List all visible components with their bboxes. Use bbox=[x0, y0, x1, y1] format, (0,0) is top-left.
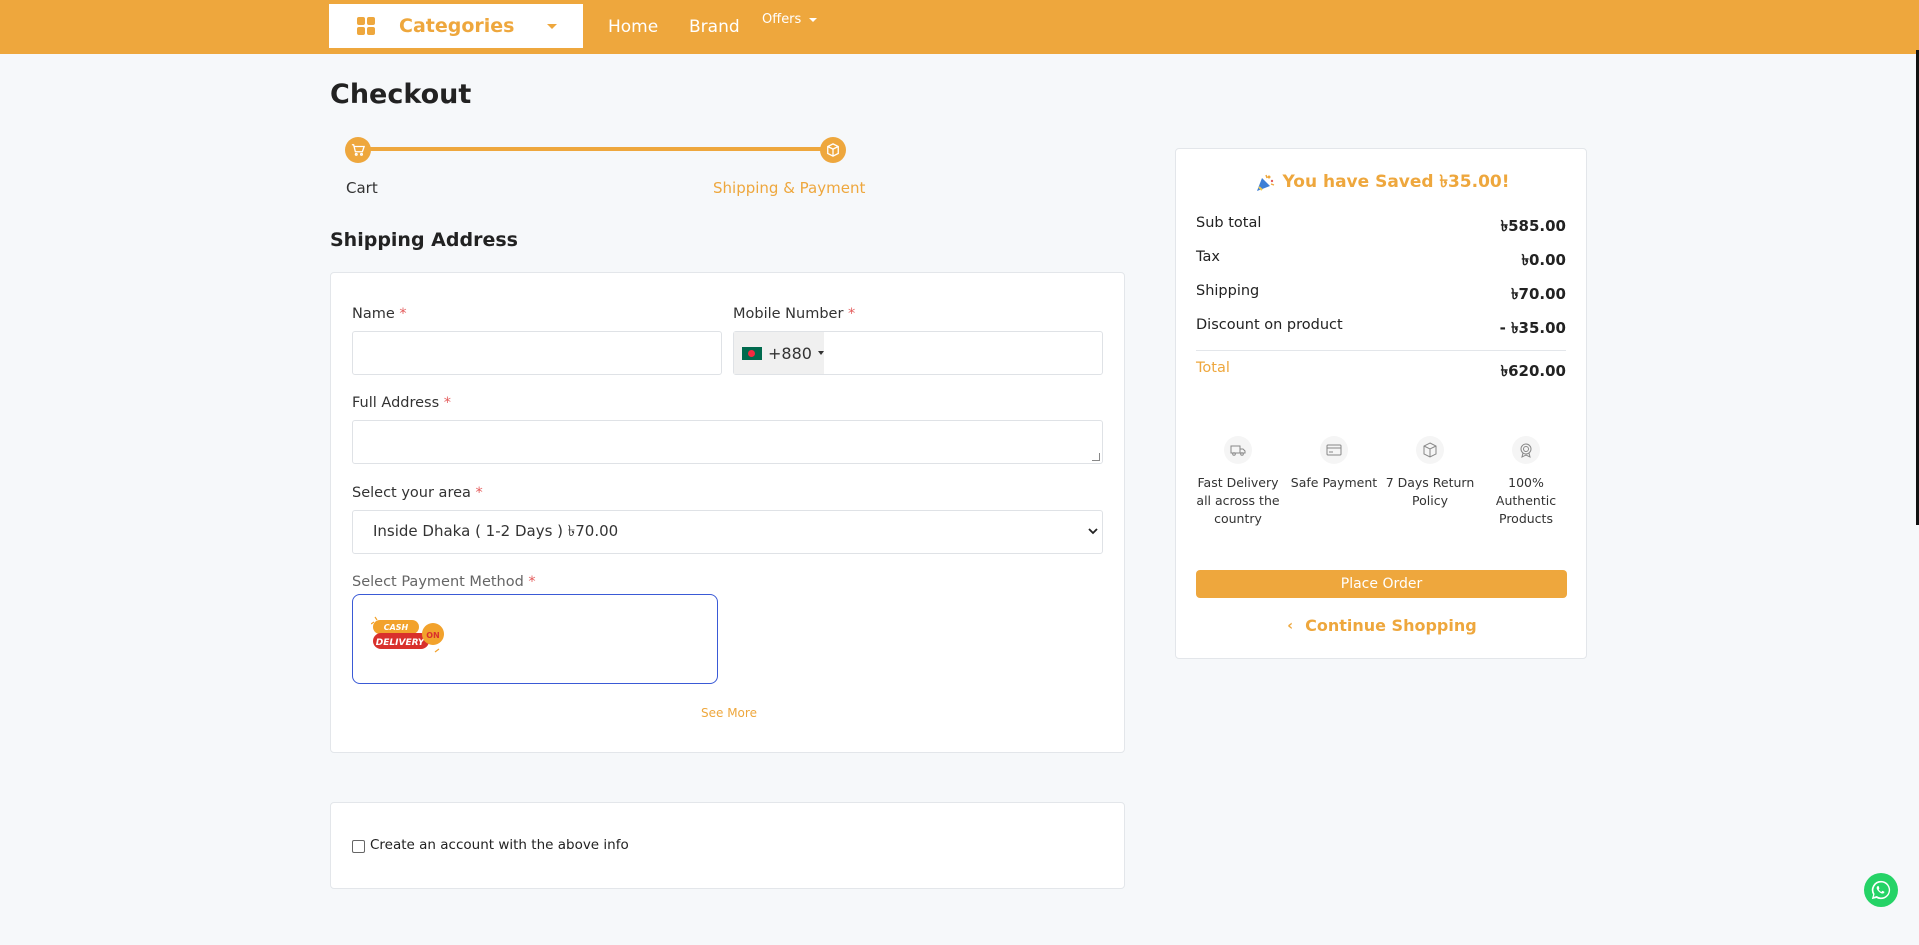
savings-banner: You have Saved ৳35.00! bbox=[1176, 169, 1588, 197]
return-box-icon bbox=[1416, 436, 1444, 464]
area-label: Select your area * bbox=[352, 485, 483, 501]
address-label: Full Address * bbox=[352, 395, 452, 411]
payment-option-cod[interactable]: CASH DELIVERY ON bbox=[352, 594, 718, 684]
badge-icon bbox=[1512, 436, 1540, 464]
nav-offers-label: Offers bbox=[762, 12, 802, 27]
svg-text:CASH: CASH bbox=[384, 623, 409, 632]
party-popper-icon bbox=[1256, 174, 1274, 191]
summary-row-total: Total ৳620.00 bbox=[1196, 360, 1566, 380]
cash-on-delivery-logo: CASH DELIVERY ON bbox=[371, 616, 444, 653]
summary-row-subtotal: Sub total ৳585.00 bbox=[1196, 215, 1566, 235]
mobile-input[interactable]: +880 bbox=[733, 331, 1103, 375]
whatsapp-icon bbox=[1871, 880, 1891, 900]
savings-text: You have Saved ৳35.00! bbox=[1282, 172, 1510, 192]
country-code-selector[interactable]: +880 bbox=[734, 332, 824, 374]
area-selected-value: Inside Dhaka ( 1-2 Days ) ৳70.00 bbox=[373, 521, 619, 540]
mobile-label: Mobile Number * bbox=[733, 306, 856, 322]
order-summary-card: You have Saved ৳35.00! Sub total ৳585.00 … bbox=[1175, 148, 1587, 659]
feature-safe-payment: Safe Payment bbox=[1286, 436, 1382, 528]
grid-icon bbox=[357, 17, 375, 35]
card-icon bbox=[1320, 436, 1348, 464]
feature-return-policy: 7 Days Return Policy bbox=[1382, 436, 1478, 528]
svg-text:DELIVERY: DELIVERY bbox=[376, 638, 426, 648]
chevron-down-icon bbox=[1088, 528, 1098, 535]
continue-shopping-link[interactable]: ‹ Continue Shopping bbox=[1176, 616, 1588, 635]
chevron-down-icon bbox=[817, 351, 824, 355]
chevron-down-icon bbox=[809, 17, 818, 22]
step-shipping-label: Shipping & Payment bbox=[713, 179, 866, 197]
name-input[interactable] bbox=[352, 331, 722, 375]
cart-icon bbox=[345, 137, 371, 163]
create-account-label[interactable]: Create an account with the above info bbox=[370, 837, 629, 853]
resize-handle-icon[interactable] bbox=[1092, 453, 1100, 461]
address-textarea[interactable] bbox=[352, 420, 1103, 464]
see-more-link[interactable]: See More bbox=[701, 706, 757, 720]
nav-brand-link[interactable]: Brand bbox=[689, 17, 740, 37]
chevron-down-icon bbox=[547, 24, 557, 29]
place-order-button[interactable]: Place Order bbox=[1196, 570, 1567, 598]
country-code: +880 bbox=[768, 343, 812, 363]
payment-method-label: Select Payment Method * bbox=[352, 574, 536, 590]
svg-text:ON: ON bbox=[426, 631, 440, 640]
feature-authentic: 100% Authentic Products bbox=[1478, 436, 1574, 528]
features-list: Fast Delivery all across the country Saf… bbox=[1190, 436, 1574, 528]
nav-home-link[interactable]: Home bbox=[608, 17, 658, 37]
truck-icon bbox=[1224, 436, 1252, 464]
progress-line bbox=[357, 147, 833, 151]
nav-offers-dropdown[interactable]: Offers bbox=[762, 12, 818, 27]
whatsapp-chat-button[interactable] bbox=[1864, 873, 1898, 907]
continue-shopping-label: Continue Shopping bbox=[1305, 616, 1477, 635]
summary-row-discount: Discount on product - ৳35.00 bbox=[1196, 317, 1566, 337]
step-cart-label: Cart bbox=[346, 179, 378, 197]
bangladesh-flag-icon bbox=[742, 346, 762, 360]
feature-fast-delivery: Fast Delivery all across the country bbox=[1190, 436, 1286, 528]
chevron-left-icon: ‹ bbox=[1287, 617, 1294, 634]
box-icon bbox=[820, 137, 846, 163]
create-account-checkbox[interactable] bbox=[352, 840, 365, 853]
shipping-address-title: Shipping Address bbox=[330, 229, 518, 251]
summary-row-shipping: Shipping ৳70.00 bbox=[1196, 283, 1566, 303]
categories-dropdown[interactable]: Categories bbox=[329, 4, 583, 48]
summary-divider bbox=[1196, 350, 1566, 351]
name-label: Name * bbox=[352, 306, 407, 322]
summary-row-tax: Tax ৳0.00 bbox=[1196, 249, 1566, 269]
page-title: Checkout bbox=[330, 79, 472, 110]
area-select[interactable]: Inside Dhaka ( 1-2 Days ) ৳70.00 bbox=[352, 510, 1103, 554]
top-nav-bar: Categories Home Brand Offers bbox=[0, 0, 1919, 54]
categories-label: Categories bbox=[399, 15, 515, 37]
